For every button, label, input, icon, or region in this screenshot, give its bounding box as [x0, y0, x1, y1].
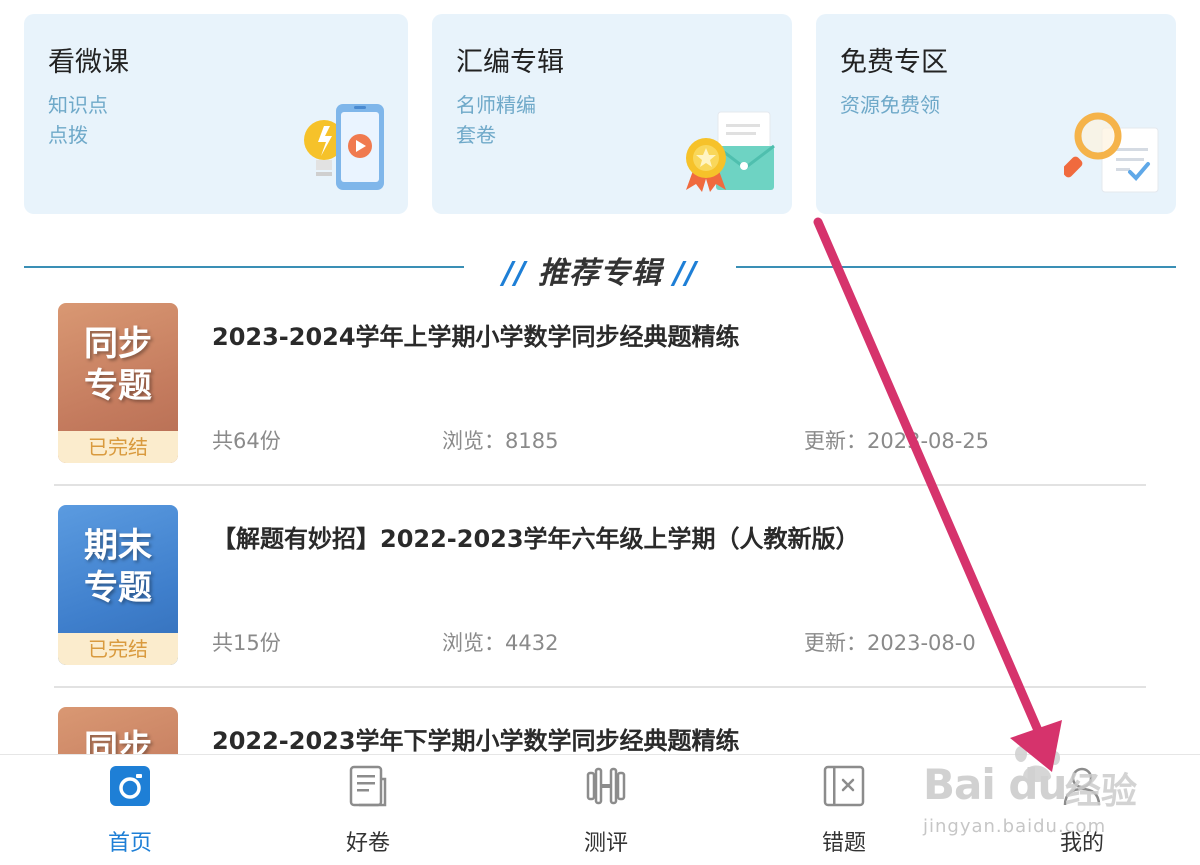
watermark-cn: 经验 — [1065, 771, 1138, 812]
tab-papers[interactable]: 好卷 — [248, 755, 488, 865]
tab-label: 测评 — [583, 831, 628, 856]
item-views: 浏览：8185 — [442, 429, 559, 453]
item-title: 2023-2024学年上学期小学数学同步经典题精练 — [212, 323, 740, 351]
item-title: 【解题有妙招】2022-2023学年六年级上学期（人教新版） — [212, 525, 860, 553]
search-document-icon — [1061, 110, 1160, 198]
item-updated: 更新：2023-08-0 — [804, 631, 976, 655]
tab-assessment[interactable]: 测评 — [486, 755, 726, 865]
item-thumbnail: 期末 专题 已完结 — [58, 505, 178, 665]
item-title: 2022-2023学年下学期小学数学同步经典题精练 — [212, 727, 740, 754]
baidu-watermark: Bai du 经验 jingyan.baidu.com — [915, 740, 1165, 850]
section-divider-right — [736, 266, 1176, 268]
item-count: 共15份 — [212, 631, 281, 655]
item-thumbnail: 同步 — [58, 707, 178, 754]
card-compilation[interactable]: 汇编专辑 名师精编 套卷 — [432, 14, 792, 214]
card-micro-lesson[interactable]: 看微课 知识点 点拨 — [24, 14, 408, 214]
list-item[interactable]: 同步 专题 已完结 2023-2024学年上学期小学数学同步经典题精练 共64份… — [54, 303, 1146, 505]
watermark-brand: Bai du — [923, 760, 1067, 809]
card-free-zone[interactable]: 免费专区 资源免费领 — [816, 14, 1176, 214]
card-title: 看微课 — [48, 47, 129, 78]
watermark-url: jingyan.baidu.com — [923, 816, 1107, 837]
card-subtitle: 资源免费领 — [840, 93, 940, 117]
status-badge: 已完结 — [58, 633, 178, 665]
dumbbell-icon — [585, 765, 627, 807]
item-views: 浏览：4432 — [442, 631, 559, 655]
list-item[interactable]: 期末 专题 已完结 【解题有妙招】2022-2023学年六年级上学期（人教新版）… — [54, 505, 1146, 707]
section-title-text: 推荐专辑 — [538, 256, 662, 291]
slash-decoration: // — [673, 256, 698, 291]
list-divider — [54, 484, 1146, 486]
item-count: 共64份 — [212, 429, 281, 453]
document-icon — [347, 765, 389, 807]
thumbnail-label: 同步 — [84, 728, 152, 754]
card-subtitle: 名师精编 套卷 — [456, 93, 536, 147]
slash-decoration: // — [502, 256, 527, 291]
home-camera-icon — [109, 765, 151, 807]
section-title: // 推荐专辑 // — [470, 248, 730, 291]
thumbnail-label: 期末 专题 — [84, 526, 152, 608]
section-divider-left — [24, 266, 464, 268]
award-certificate-icon — [680, 110, 776, 198]
item-thumbnail: 同步 专题 已完结 — [58, 303, 178, 463]
phone-video-icon — [300, 102, 392, 198]
card-title: 汇编专辑 — [456, 47, 564, 78]
tab-label: 首页 — [107, 831, 152, 856]
tab-label: 好卷 — [345, 831, 390, 856]
status-badge: 已完结 — [58, 431, 178, 463]
card-subtitle: 知识点 点拨 — [48, 93, 108, 147]
list-divider — [54, 686, 1146, 688]
item-updated: 更新：2023-08-25 — [804, 429, 990, 453]
error-box-icon — [823, 765, 865, 807]
card-title: 免费专区 — [840, 47, 948, 78]
tab-home[interactable]: 首页 — [10, 755, 250, 865]
thumbnail-label: 同步 专题 — [84, 324, 152, 406]
